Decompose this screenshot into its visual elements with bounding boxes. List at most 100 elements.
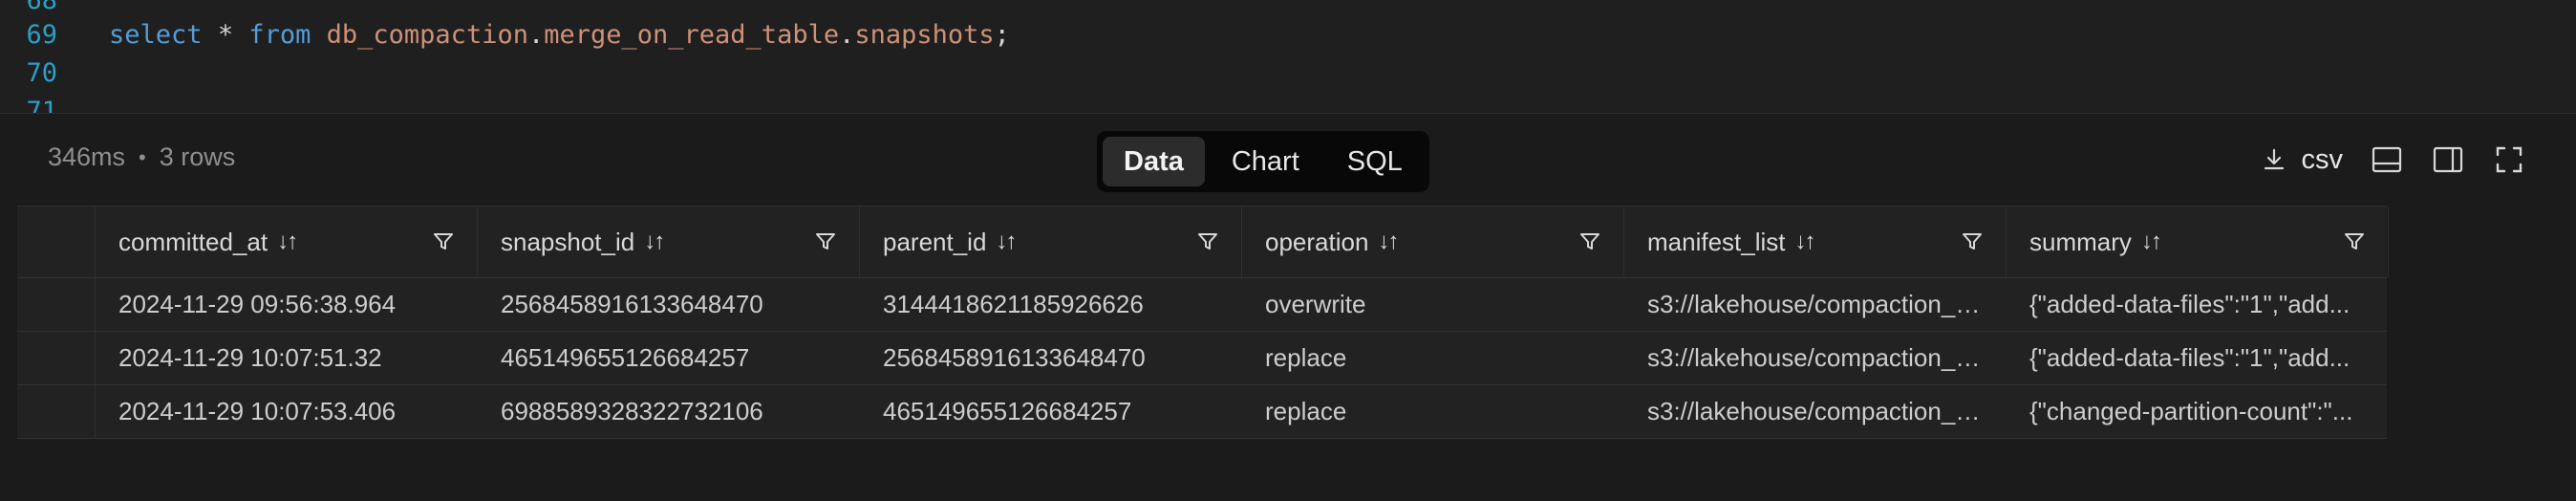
column-header-manifest-list[interactable]: manifest_list ↓↑ bbox=[1624, 207, 2007, 277]
table-row[interactable]: 2024-11-29 10:07:53.406 6988589328322732… bbox=[17, 385, 2387, 439]
cell-value: replace bbox=[1265, 343, 1347, 372]
statement-terminator: ; bbox=[994, 19, 1010, 50]
cell-summary[interactable]: {"added-data-files":"1","add... bbox=[2007, 332, 2389, 384]
panel-bottom-toggle[interactable] bbox=[2370, 142, 2404, 177]
filter-icon[interactable] bbox=[1197, 231, 1218, 252]
cell-value: 2024-11-29 10:07:51.32 bbox=[118, 343, 382, 372]
cell-operation[interactable]: replace bbox=[1242, 385, 1624, 438]
cell-value: 2568458916133648470 bbox=[501, 290, 763, 318]
cell-value: {"added-data-files":"1","add... bbox=[2029, 290, 2351, 318]
cell-value: 3144418621185926626 bbox=[883, 290, 1144, 318]
panel-right-icon bbox=[2433, 146, 2463, 173]
schema-name: db_compaction bbox=[326, 19, 528, 50]
cell-operation[interactable]: overwrite bbox=[1242, 278, 1624, 331]
cell-value: 2568458916133648470 bbox=[883, 343, 1146, 372]
cell-committed-at[interactable]: 2024-11-29 10:07:51.32 bbox=[96, 332, 478, 384]
column-header-snapshot-id[interactable]: snapshot_id ↓↑ bbox=[478, 207, 860, 277]
fullscreen-button[interactable] bbox=[2492, 142, 2526, 177]
panel-right-toggle[interactable] bbox=[2431, 142, 2465, 177]
column-header-committed-at[interactable]: committed_at ↓↑ bbox=[96, 207, 478, 277]
cell-value: 2024-11-29 09:56:38.964 bbox=[118, 290, 397, 318]
cell-value: 6988589328322732106 bbox=[501, 397, 763, 425]
column-header-operation[interactable]: operation ↓↑ bbox=[1242, 207, 1624, 277]
code-line[interactable]: 71 bbox=[0, 90, 2576, 114]
cell-summary[interactable]: {"changed-partition-count":"... bbox=[2007, 385, 2389, 438]
select-star: * bbox=[217, 19, 234, 50]
cell-snapshot-id[interactable]: 6988589328322732106 bbox=[478, 385, 860, 438]
results-toolbar: 346ms • 3 rows Data Chart SQL csv bbox=[0, 114, 2576, 206]
cell-value: {"added-data-files":"1","add... bbox=[2029, 343, 2351, 372]
sort-icon[interactable]: ↓↑ bbox=[1795, 229, 1816, 255]
view-switcher: Data Chart SQL bbox=[1097, 131, 1429, 192]
sql-editor[interactable]: 68 69 select * from db_compaction.merge_… bbox=[0, 0, 2576, 113]
filter-icon[interactable] bbox=[2344, 231, 2365, 252]
cell-value: 465149655126684257 bbox=[883, 397, 1132, 425]
cell-parent-id[interactable]: 2568458916133648470 bbox=[860, 332, 1242, 384]
column-label: operation bbox=[1265, 227, 1369, 256]
panel-bottom-icon bbox=[2372, 146, 2402, 173]
cell-summary[interactable]: {"added-data-files":"1","add... bbox=[2007, 278, 2389, 331]
cell-value: {"changed-partition-count":"... bbox=[2029, 397, 2353, 425]
column-label: parent_id bbox=[883, 227, 987, 256]
line-number: 70 bbox=[26, 57, 57, 88]
metadata-table-name: snapshots bbox=[854, 19, 995, 50]
table-row[interactable]: 2024-11-29 10:07:51.32 46514965512668425… bbox=[17, 332, 2387, 385]
cell-parent-id[interactable]: 465149655126684257 bbox=[860, 385, 1242, 438]
code-line[interactable]: 70 bbox=[0, 52, 2576, 94]
cell-committed-at[interactable]: 2024-11-29 10:07:53.406 bbox=[96, 385, 478, 438]
tab-data[interactable]: Data bbox=[1103, 137, 1205, 186]
cell-manifest-list[interactable]: s3://lakehouse/compaction_d... bbox=[1624, 332, 2007, 384]
table-header: committed_at ↓↑ snapshot_id ↓↑ parent_id ↓↑… bbox=[17, 206, 2389, 278]
results-tools: csv bbox=[2262, 141, 2527, 179]
cell-value: s3://lakehouse/compaction_d... bbox=[1647, 343, 1984, 372]
line-number: 71 bbox=[26, 96, 57, 114]
sort-icon[interactable]: ↓↑ bbox=[2141, 229, 2162, 255]
fullscreen-icon bbox=[2495, 145, 2523, 174]
cell-committed-at[interactable]: 2024-11-29 09:56:38.964 bbox=[96, 278, 478, 331]
filter-icon[interactable] bbox=[1579, 231, 1600, 252]
column-label: summary bbox=[2029, 227, 2132, 256]
query-duration: 346ms bbox=[48, 142, 126, 171]
cell-value: replace bbox=[1265, 397, 1347, 425]
row-gutter bbox=[17, 332, 96, 384]
cell-operation[interactable]: replace bbox=[1242, 332, 1624, 384]
sql-query[interactable]: select * from db_compaction.merge_on_rea… bbox=[109, 20, 1010, 50]
row-gutter bbox=[17, 278, 96, 331]
results-panel: 346ms • 3 rows Data Chart SQL csv commit… bbox=[0, 113, 2576, 501]
column-header-parent-id[interactable]: parent_id ↓↑ bbox=[860, 207, 1242, 277]
download-icon bbox=[2262, 147, 2286, 172]
row-gutter-header bbox=[17, 207, 96, 277]
cell-snapshot-id[interactable]: 2568458916133648470 bbox=[478, 278, 860, 331]
code-line[interactable]: 69 select * from db_compaction.merge_on_… bbox=[0, 13, 2576, 55]
filter-icon[interactable] bbox=[433, 231, 454, 252]
query-stats: 346ms • 3 rows bbox=[48, 142, 235, 172]
filter-icon[interactable] bbox=[815, 231, 836, 252]
row-count: 3 rows bbox=[159, 142, 236, 171]
filter-icon[interactable] bbox=[1962, 231, 1983, 252]
keyword-from: from bbox=[248, 19, 311, 50]
cell-manifest-list[interactable]: s3://lakehouse/compaction_d... bbox=[1624, 385, 2007, 438]
sort-icon[interactable]: ↓↑ bbox=[1378, 229, 1399, 255]
stats-separator: • bbox=[139, 144, 146, 169]
cell-manifest-list[interactable]: s3://lakehouse/compaction_d... bbox=[1624, 278, 2007, 331]
sort-icon[interactable]: ↓↑ bbox=[644, 229, 665, 255]
column-header-summary[interactable]: summary ↓↑ bbox=[2007, 207, 2389, 277]
row-gutter bbox=[17, 385, 96, 438]
results-table: committed_at ↓↑ snapshot_id ↓↑ parent_id ↓↑… bbox=[17, 206, 2389, 439]
export-csv-button[interactable]: csv bbox=[2262, 143, 2344, 176]
tab-sql[interactable]: SQL bbox=[1326, 137, 1424, 186]
cell-parent-id[interactable]: 3144418621185926626 bbox=[860, 278, 1242, 331]
cell-snapshot-id[interactable]: 465149655126684257 bbox=[478, 332, 860, 384]
sort-icon[interactable]: ↓↑ bbox=[277, 229, 298, 255]
tab-chart[interactable]: Chart bbox=[1211, 137, 1320, 186]
line-number: 69 bbox=[26, 19, 57, 50]
export-csv-label: csv bbox=[2301, 143, 2344, 175]
keyword-select: select bbox=[109, 19, 203, 50]
cell-value: 2024-11-29 10:07:53.406 bbox=[118, 397, 397, 425]
table-name: merge_on_read_table bbox=[544, 19, 840, 50]
sort-icon[interactable]: ↓↑ bbox=[996, 229, 1017, 255]
column-label: manifest_list bbox=[1647, 227, 1786, 256]
table-row[interactable]: 2024-11-29 09:56:38.964 2568458916133648… bbox=[17, 278, 2387, 332]
cell-value: overwrite bbox=[1265, 290, 1366, 318]
column-label: committed_at bbox=[118, 227, 268, 256]
